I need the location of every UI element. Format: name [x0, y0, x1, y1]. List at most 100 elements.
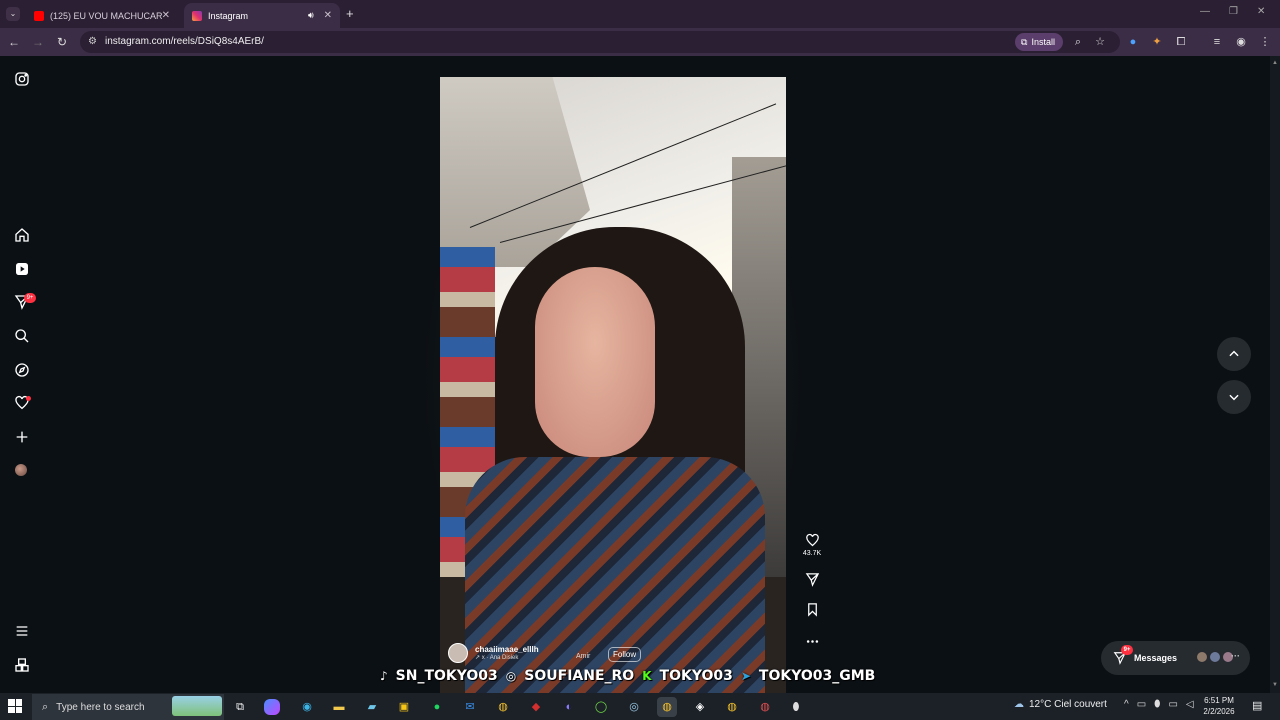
notepad-icon[interactable]: ▰ — [362, 697, 382, 717]
more-apps-icon[interactable] — [13, 656, 31, 674]
file-explorer-icon[interactable]: ▬ — [329, 697, 349, 717]
chrome-profile2-icon[interactable]: ◍ — [755, 697, 775, 717]
youtube-icon — [34, 10, 44, 21]
home-icon[interactable] — [13, 226, 31, 244]
spotify-icon[interactable]: ● — [427, 697, 447, 717]
instagram-logo-icon[interactable] — [13, 70, 31, 88]
kick-icon: K — [642, 669, 652, 683]
page-scrollbar[interactable]: ▲ ▼ — [1270, 56, 1280, 693]
extension-icon[interactable]: ✦ — [1150, 35, 1164, 49]
kebab-menu-icon[interactable]: ⋮ — [1258, 35, 1272, 49]
close-icon[interactable]: ✕ — [162, 10, 170, 21]
scroll-down-icon[interactable]: ▼ — [1272, 682, 1278, 688]
reel-video[interactable]: chaaiimaae_elllh ↗ x · Ana Disiek Amir F… — [440, 77, 786, 693]
clock-date: 2/2/2026 — [1203, 707, 1235, 716]
creator-username[interactable]: chaaiimaae_elllh — [475, 645, 539, 654]
weather-text: 12°C Ciel couvert — [1029, 699, 1107, 710]
url-text[interactable]: instagram.com/reels/DSiQ8s4AErB/ — [105, 36, 264, 47]
like-icon[interactable] — [803, 531, 821, 549]
mail-icon[interactable]: ✉ — [460, 697, 480, 717]
video-person-face — [535, 267, 655, 457]
puzzle-icon[interactable]: ⧠ — [1174, 35, 1188, 49]
share-icon[interactable] — [803, 570, 821, 588]
back-icon[interactable]: ← — [6, 34, 22, 50]
tab-instagram[interactable]: Instagram 🔊︎ ✕ — [184, 3, 340, 28]
forward-icon[interactable]: → — [30, 34, 46, 50]
notifications-icon[interactable]: ▤ — [1252, 699, 1262, 712]
chrome-icon[interactable]: ◍ — [493, 697, 513, 717]
scroll-up-icon[interactable]: ▲ — [1272, 60, 1278, 66]
steam-icon[interactable]: ◎ — [624, 697, 644, 717]
cloud-icon: ☁ — [1014, 699, 1024, 710]
watermark-telegram: TOKYO03_GMB — [758, 668, 876, 684]
messages-label: Messages — [1134, 653, 1178, 663]
network-icon[interactable]: ▭ — [1168, 699, 1177, 710]
restore-icon[interactable]: ❐ — [1229, 6, 1238, 17]
watermark-kick: TOKYO03 — [659, 668, 733, 684]
extension-shield-icon[interactable]: ● — [1126, 35, 1140, 49]
reload-icon[interactable]: ↻ — [54, 34, 70, 50]
microphone-icon[interactable]: ⬮ — [1154, 699, 1160, 710]
copilot-icon[interactable] — [264, 699, 280, 715]
create-icon[interactable] — [13, 428, 31, 446]
search-highlight-image — [172, 696, 222, 716]
tab-youtube[interactable]: (125) EU VOU MACHUCAR SÓ E ✕ — [26, 3, 178, 28]
browser-toolbar: ← → ↻ ⚙ instagram.com/reels/DSiQ8s4AErB/… — [0, 28, 1280, 56]
chrome-active-icon[interactable]: ◍ — [657, 697, 677, 717]
weather-widget[interactable]: ☁ 12°C Ciel couvert — [1014, 699, 1107, 710]
follow-button[interactable]: Follow — [608, 647, 642, 662]
tab-title: (125) EU VOU MACHUCAR SÓ E — [50, 10, 162, 21]
site-info-icon[interactable]: ⚙ — [88, 36, 97, 47]
tab-title: Instagram — [208, 10, 249, 21]
edge-icon[interactable]: ◉ — [297, 697, 317, 717]
windows-start-icon[interactable] — [8, 699, 22, 713]
upwork-icon[interactable]: ◯ — [591, 697, 611, 717]
task-view-icon[interactable]: ⧉ — [230, 697, 250, 717]
address-bar[interactable]: ⚙ instagram.com/reels/DSiQ8s4AErB/ ⧉ Ins… — [80, 31, 1120, 53]
speaker-icon[interactable]: 🔊︎ — [308, 10, 314, 21]
capcut-icon[interactable]: ◈ — [690, 697, 710, 717]
creator-avatar[interactable] — [448, 643, 468, 663]
profile-avatar[interactable] — [15, 464, 27, 476]
previous-reel-button[interactable] — [1217, 337, 1251, 371]
message-avatars — [1196, 651, 1234, 663]
clock[interactable]: 6:51 PM 2/2/2026 — [1196, 695, 1242, 717]
chevron-up-icon[interactable]: ^ — [1124, 699, 1129, 710]
telegram-icon: ➤ — [740, 669, 751, 683]
next-reel-button[interactable] — [1217, 380, 1251, 414]
more-options-icon[interactable] — [803, 632, 821, 650]
install-button[interactable]: ⧉ Install — [1015, 33, 1063, 51]
save-icon[interactable] — [803, 600, 821, 618]
menu-icon[interactable] — [13, 622, 31, 640]
like-count: 43.7K — [802, 550, 822, 557]
tiktok-icon: ♪ — [380, 669, 388, 683]
media-control-icon[interactable]: ≡ — [1210, 35, 1224, 49]
minimize-icon[interactable]: — — [1200, 6, 1210, 17]
bookmark-star-icon[interactable]: ☆ — [1093, 35, 1107, 49]
close-window-icon[interactable]: ✕ — [1257, 6, 1265, 17]
collaborator-label[interactable]: Amir — [576, 653, 590, 660]
close-icon[interactable]: ✕ — [324, 10, 332, 21]
discord-icon[interactable]: ◐ — [559, 697, 579, 717]
reels-icon[interactable] — [13, 260, 31, 278]
explore-icon[interactable] — [13, 361, 31, 379]
profile-icon[interactable]: ◉ — [1234, 35, 1248, 49]
instagram-icon: ◎ — [505, 669, 517, 683]
search-icon[interactable] — [13, 327, 31, 345]
zoom-icon[interactable]: ⌕ — [1071, 35, 1085, 49]
app-red-icon[interactable]: ◆ — [526, 697, 546, 717]
chrome-profile-icon[interactable]: ◍ — [722, 697, 742, 717]
video-watermark: ♪ SN_TOKYO03 ◎ SOUFIANE_RO K TOKYO03 ➤ T… — [380, 665, 875, 687]
new-tab-button[interactable]: + — [346, 6, 354, 21]
store-icon[interactable]: ▣ — [394, 697, 414, 717]
search-icon: ⌕ — [42, 700, 49, 713]
creator-audio[interactable]: ↗ x · Ana Disiek — [475, 654, 539, 661]
tray-app-icon[interactable]: ▭ — [1137, 699, 1146, 710]
tab-search-button[interactable]: ⌄ — [6, 7, 20, 21]
messages-button[interactable]: Messages 9+ ··· — [1101, 641, 1250, 675]
reel-creator[interactable]: chaaiimaae_elllh ↗ x · Ana Disiek — [448, 643, 539, 663]
instagram-icon — [192, 10, 202, 21]
app-white-icon[interactable]: ⬮ — [786, 697, 806, 717]
volume-icon[interactable]: ◁ — [1186, 699, 1194, 710]
install-icon: ⧉ — [1021, 36, 1028, 47]
